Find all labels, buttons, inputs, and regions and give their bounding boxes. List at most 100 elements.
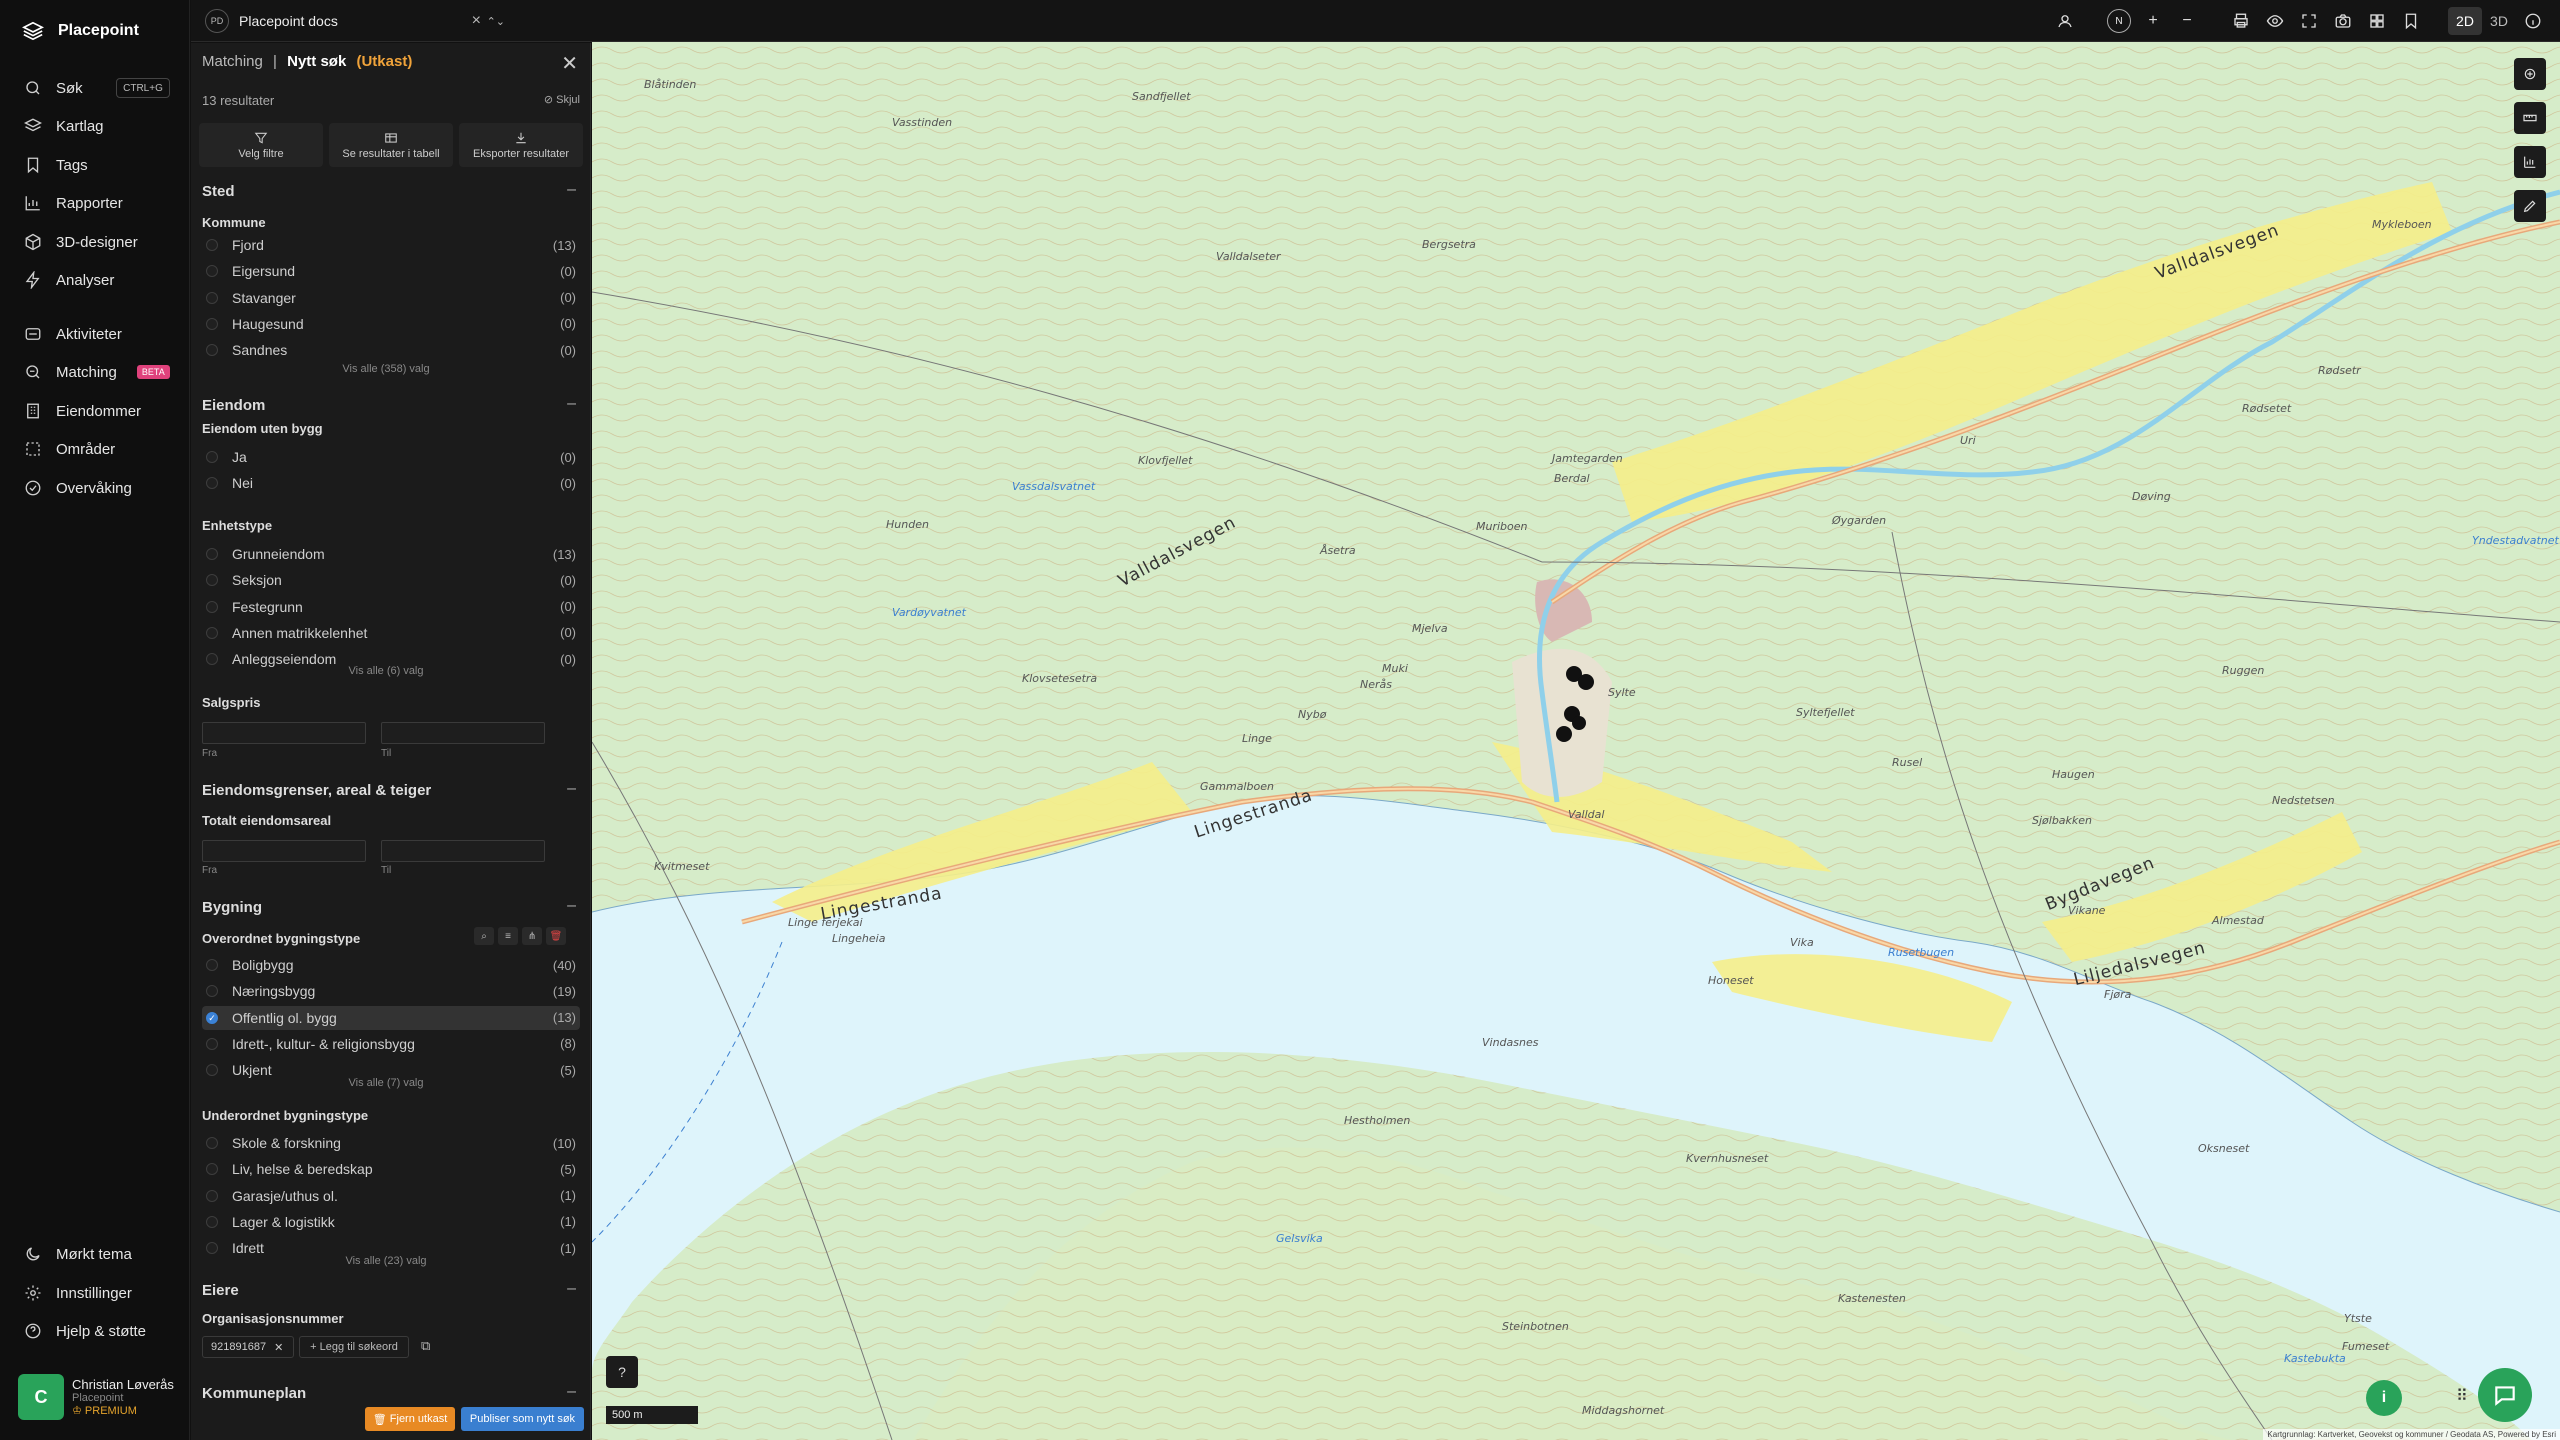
filter-option[interactable]: ✓ Offentlig ol. bygg (13) [202, 1005, 580, 1030]
filter-option[interactable]: Boligbygg (40) [202, 953, 580, 977]
remove-chip-icon[interactable]: ✕ [274, 1341, 283, 1354]
checkbox[interactable] [206, 1137, 218, 1149]
checkbox[interactable] [206, 548, 218, 560]
analytics-icon[interactable] [2514, 146, 2546, 178]
collapse-icon[interactable]: – [567, 780, 576, 798]
filter-option[interactable]: Annen matrikkelenhet (0) [202, 621, 580, 645]
checkbox[interactable] [206, 626, 218, 639]
close-icon[interactable]: × [472, 12, 481, 30]
collapse-icon[interactable]: – [567, 897, 576, 915]
bookmark-icon[interactable] [2394, 4, 2428, 38]
zoom-out-icon[interactable]: − [2170, 4, 2204, 38]
orgnr-chip[interactable]: 921891687 ✕ [202, 1336, 294, 1358]
checkbox[interactable] [206, 600, 218, 613]
checkbox[interactable] [206, 985, 218, 998]
help-icon[interactable]: ? [606, 1356, 638, 1388]
info-icon[interactable] [2516, 4, 2550, 38]
brand[interactable]: Placepoint [22, 20, 139, 42]
filter-option[interactable]: Stavanger (0) [202, 286, 580, 310]
zoom-in-icon[interactable]: + [2136, 4, 2170, 38]
nav-overvaking[interactable]: Overvåking [24, 476, 132, 500]
filter-option[interactable]: Festegrunn (0) [202, 595, 580, 619]
filter-option[interactable]: Garasje/uthus ol. (1) [202, 1184, 580, 1208]
info-icon[interactable]: i [2366, 1380, 2402, 1416]
filter-option[interactable]: Lager & logistikk (1) [202, 1210, 580, 1234]
areal-to-input[interactable] [381, 840, 545, 862]
show-all-overordnet[interactable]: Vis alle (7) valg [191, 1077, 581, 1089]
measure-icon[interactable] [2514, 102, 2546, 134]
checkbox[interactable] [206, 265, 218, 278]
collapse-icon[interactable]: – [567, 1383, 576, 1401]
draw-icon[interactable] [2514, 190, 2546, 222]
grip-icon[interactable]: ⠿ [2456, 1386, 2468, 1406]
hide-button[interactable]: ⊘ Skjul [544, 93, 580, 106]
filter-option[interactable]: Skole & forskning (10) [202, 1131, 580, 1155]
collapse-icon[interactable]: – [567, 395, 576, 413]
search-icon[interactable]: ⌕ [474, 927, 494, 945]
filter-option[interactable]: Nei (0) [202, 471, 580, 495]
filter-option[interactable]: Næringsbygg (19) [202, 979, 580, 1003]
map-view[interactable]: Valldalsvegen Valldalsvegen Lingestranda… [592, 42, 2560, 1440]
filter-option[interactable]: Seksjon (0) [202, 568, 580, 592]
nav-tags[interactable]: Tags [24, 153, 88, 177]
nav-settings[interactable]: Innstillinger [24, 1281, 132, 1305]
filter-option[interactable]: Liv, helse & beredskap (5) [202, 1157, 580, 1181]
checkbox[interactable] [206, 344, 218, 357]
layers-settings-icon[interactable] [2514, 58, 2546, 90]
add-keyword-button[interactable]: + Legg til søkeord [299, 1336, 409, 1358]
filter-option[interactable]: Sandnes (0) [202, 338, 580, 362]
section-bygning[interactable]: Bygning [202, 899, 262, 916]
compass-button[interactable]: N [2102, 4, 2136, 38]
checkbox-checked[interactable]: ✓ [206, 1011, 218, 1024]
checkbox[interactable] [206, 1215, 218, 1228]
show-all-kommune[interactable]: Vis alle (358) valg [191, 363, 581, 375]
nav-omrader[interactable]: Områder [24, 437, 115, 461]
print-icon[interactable] [2224, 4, 2258, 38]
view-table-button[interactable]: Se resultater i tabell [329, 123, 453, 167]
section-grenser[interactable]: Eiendomsgrenser, areal & teiger [202, 782, 431, 799]
checkbox[interactable] [206, 1037, 218, 1050]
copy-icon[interactable]: ⧉ [421, 1338, 439, 1356]
checkbox[interactable] [206, 1189, 218, 1202]
filter-option[interactable]: Ja (0) [202, 445, 580, 469]
fullscreen-icon[interactable] [2292, 4, 2326, 38]
checkbox[interactable] [206, 1242, 218, 1255]
filter-option[interactable]: Idrett-, kultur- & religionsbygg (8) [202, 1032, 580, 1056]
nav-eiendommer[interactable]: Eiendommer [24, 399, 141, 423]
crumb-root[interactable]: Matching [202, 53, 263, 70]
eye-icon[interactable] [2258, 4, 2292, 38]
salgspris-to-input[interactable] [381, 722, 545, 744]
checkbox[interactable] [206, 291, 218, 304]
show-all-underordnet[interactable]: Vis alle (23) valg [191, 1255, 581, 1267]
filter-option[interactable]: Eigersund (0) [202, 259, 580, 283]
checkbox[interactable] [206, 653, 218, 666]
camera-icon[interactable] [2326, 4, 2360, 38]
trash-icon[interactable]: 🗑 [546, 927, 566, 945]
checkbox[interactable] [206, 317, 218, 330]
workspace-selector[interactable]: PD Placepoint docs × ⌃⌄ [205, 8, 529, 34]
nav-help[interactable]: Hjelp & støtte [24, 1319, 146, 1343]
checkbox[interactable] [206, 1064, 218, 1077]
nav-rapporter[interactable]: Rapporter [24, 191, 123, 215]
filter-option[interactable]: Fjord (13) [202, 233, 580, 257]
checkbox[interactable] [206, 477, 218, 489]
user-profile[interactable]: C Christian Løverås Placepoint ♔ PREMIUM [18, 1374, 178, 1424]
checkbox[interactable] [206, 239, 218, 251]
nav-matching[interactable]: Matching BETA [24, 360, 170, 384]
remove-draft-button[interactable]: 🗑 Fjern utkast [365, 1407, 455, 1431]
nav-3d-designer[interactable]: 3D-designer [24, 230, 138, 254]
nav-search[interactable]: Søk [24, 76, 83, 100]
close-panel-icon[interactable]: ✕ [561, 51, 578, 76]
chevron-updown-icon[interactable]: ⌃⌄ [487, 15, 505, 28]
salgspris-from-input[interactable] [202, 722, 366, 744]
users-icon[interactable] [2048, 4, 2082, 38]
filter-option[interactable]: Haugesund (0) [202, 312, 580, 336]
nav-dark-theme[interactable]: Mørkt tema [24, 1242, 132, 1266]
list-icon[interactable]: ≡ [498, 927, 518, 945]
nav-kartlag[interactable]: Kartlag [24, 114, 104, 138]
tree-icon[interactable]: ⋔ [522, 927, 542, 945]
export-button[interactable]: Eksporter resultater [459, 123, 583, 167]
section-sted[interactable]: Sted [202, 183, 235, 200]
section-eiere[interactable]: Eiere [202, 1282, 239, 1299]
section-eiendom[interactable]: Eiendom [202, 397, 265, 414]
